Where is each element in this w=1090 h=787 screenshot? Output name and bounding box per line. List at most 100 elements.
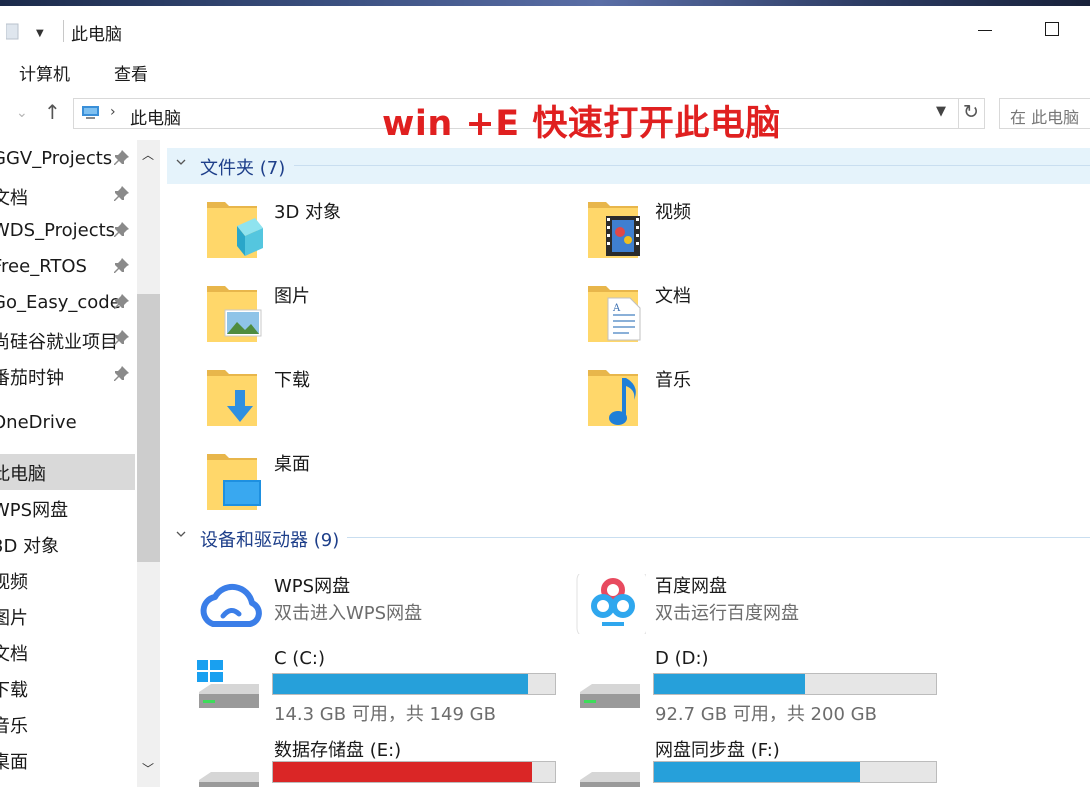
folder-3d-objects[interactable]: 3D 对象: [167, 196, 527, 276]
window-title: 此电脑: [71, 25, 122, 45]
pin-icon[interactable]: [114, 366, 130, 382]
breadcrumb-this-pc[interactable]: 此电脑: [130, 104, 181, 129]
navigation-pane: GGV_Projects 文档 WDS_Projects Free_RTOS Go_Ea…: [0, 140, 160, 787]
cloud-drive-subtitle: 双击运行百度网盘: [655, 603, 799, 624]
drive-usage-fill: [654, 674, 806, 694]
sidebar-item[interactable]: 视频: [0, 562, 135, 598]
wps-cloud-icon: [200, 583, 262, 627]
folders-section-header[interactable]: 文件夹 (7): [167, 148, 1090, 184]
drive-usage-fill: [654, 762, 860, 782]
sidebar-item[interactable]: OneDrive: [0, 406, 135, 442]
cloud-drive-name: WPS网盘: [274, 576, 351, 597]
documents-folder-icon: A: [588, 286, 641, 342]
pin-icon[interactable]: [114, 258, 130, 274]
minimize-button[interactable]: [976, 20, 996, 40]
svg-text:A: A: [612, 303, 621, 314]
up-arrow-button[interactable]: ↑: [44, 100, 61, 124]
sidebar-item[interactable]: 音乐: [0, 706, 135, 742]
pin-icon[interactable]: [114, 294, 130, 310]
content-pane: 文件夹 (7) 3D 对象 视频 图片 A 文档 下载 音乐 桌面 设备和驱动器…: [167, 140, 1090, 787]
ribbon-tabs: 计算机 查看: [0, 52, 1090, 88]
pin-icon[interactable]: [114, 330, 130, 346]
folder-documents[interactable]: A 文档: [548, 280, 908, 360]
folder-label: 下载: [274, 370, 310, 391]
section-divider: [294, 165, 1090, 166]
drive-e[interactable]: 数据存储盘 (E:): [167, 736, 556, 787]
folder-downloads[interactable]: 下载: [167, 364, 527, 444]
drive-name: C (C:): [274, 648, 325, 669]
search-input[interactable]: 在 此电脑: [999, 98, 1090, 129]
drive-f[interactable]: 网盘同步盘 (F:): [548, 736, 937, 787]
tab-view[interactable]: 查看: [114, 60, 148, 85]
baidu-netdisk-drive[interactable]: 百度网盘 双击运行百度网盘: [548, 570, 928, 640]
collapse-chevron-icon[interactable]: [176, 157, 186, 167]
sidebar-item[interactable]: WDS_Projects: [0, 214, 135, 250]
hard-drive-icon: [199, 772, 259, 787]
navigation-scrollbar[interactable]: ︿ ﹀: [137, 140, 160, 787]
sidebar-item[interactable]: 番茄时钟: [0, 358, 135, 394]
sidebar-item[interactable]: 文档: [0, 178, 135, 214]
sidebar-item[interactable]: 尚硅谷就业项目: [0, 322, 135, 358]
sidebar-item-label: Free_RTOS: [0, 256, 87, 277]
drive-name: 网盘同步盘 (F:): [655, 740, 780, 761]
breadcrumb-chevron-icon[interactable]: ›: [110, 104, 116, 120]
drive-usage-fill: [273, 762, 533, 782]
folder-pictures[interactable]: 图片: [167, 280, 527, 360]
address-history-dropdown-icon[interactable]: ▼: [936, 104, 946, 119]
pin-icon[interactable]: [114, 222, 130, 238]
scroll-down-icon[interactable]: ﹀: [142, 760, 154, 777]
hard-drive-icon: [580, 684, 640, 708]
sidebar-item-label: OneDrive: [0, 412, 77, 433]
pin-icon[interactable]: [114, 150, 130, 166]
recent-locations-chevron-icon[interactable]: ⌄: [16, 105, 28, 121]
sidebar-item[interactable]: WPS网盘: [0, 490, 135, 526]
sidebar-item[interactable]: 下载: [0, 670, 135, 706]
sidebar-item[interactable]: 此电脑: [0, 454, 135, 490]
drive-name: D (D:): [655, 648, 709, 669]
folder-videos[interactable]: 视频: [548, 196, 908, 276]
sidebar-item[interactable]: Go_Easy_code: [0, 286, 135, 322]
quick-access-icon[interactable]: [6, 22, 20, 40]
devices-section-header[interactable]: 设备和驱动器 (9): [167, 520, 1090, 556]
folder-label: 音乐: [655, 370, 691, 391]
drive-c[interactable]: C (C:) 14.3 GB 可用，共 149 GB: [167, 648, 556, 734]
sidebar-item[interactable]: 文档: [0, 634, 135, 670]
sidebar-item-label: 图片: [0, 608, 28, 629]
drive-d[interactable]: D (D:) 92.7 GB 可用，共 200 GB: [548, 648, 937, 734]
sidebar-item[interactable]: GGV_Projects: [0, 142, 135, 178]
drive-usage-fill: [273, 674, 528, 694]
this-pc-icon: [82, 106, 99, 119]
sidebar-item-label: 尚硅谷就业项目: [0, 332, 118, 353]
wps-cloud-drive[interactable]: WPS网盘 双击进入WPS网盘: [167, 570, 547, 640]
collapse-chevron-icon[interactable]: [176, 529, 186, 539]
tab-computer[interactable]: 计算机: [19, 60, 70, 85]
pictures-folder-icon: [207, 286, 262, 342]
maximize-button[interactable]: [1045, 22, 1059, 36]
folder-desktop[interactable]: 桌面: [167, 448, 527, 528]
downloads-folder-icon: [207, 370, 257, 426]
drive-name: 数据存储盘 (E:): [274, 740, 402, 761]
devices-section-title: 设备和驱动器 (9): [200, 530, 340, 551]
title-separator: [63, 20, 64, 42]
drive-free-space: 92.7 GB 可用，共 200 GB: [655, 704, 877, 725]
sidebar-item-label: WPS网盘: [0, 500, 69, 521]
sidebar-item-label: 音乐: [0, 716, 28, 737]
sidebar-item[interactable]: 图片: [0, 598, 135, 634]
folder-label: 文档: [655, 286, 691, 307]
scroll-up-icon[interactable]: ︿: [142, 146, 154, 163]
sidebar-item-label: 桌面: [0, 752, 28, 773]
refresh-icon[interactable]: ↻: [963, 101, 979, 123]
windows-drive-icon: [197, 660, 259, 708]
folder-label: 图片: [274, 286, 310, 307]
sidebar-item-label: GGV_Projects: [0, 148, 113, 169]
quick-access-dropdown-icon[interactable]: ▼: [36, 28, 44, 39]
scrollbar-thumb[interactable]: [137, 294, 160, 562]
sidebar-item[interactable]: Free_RTOS: [0, 250, 135, 286]
sidebar-item-label: Go_Easy_code: [0, 292, 121, 313]
pin-icon[interactable]: [114, 186, 130, 202]
sidebar-item-label: WDS_Projects: [0, 220, 116, 241]
sidebar-item[interactable]: 桌面: [0, 742, 135, 778]
folder-music[interactable]: 音乐: [548, 364, 908, 444]
refresh-separator: [958, 99, 959, 128]
sidebar-item[interactable]: 3D 对象: [0, 526, 135, 562]
